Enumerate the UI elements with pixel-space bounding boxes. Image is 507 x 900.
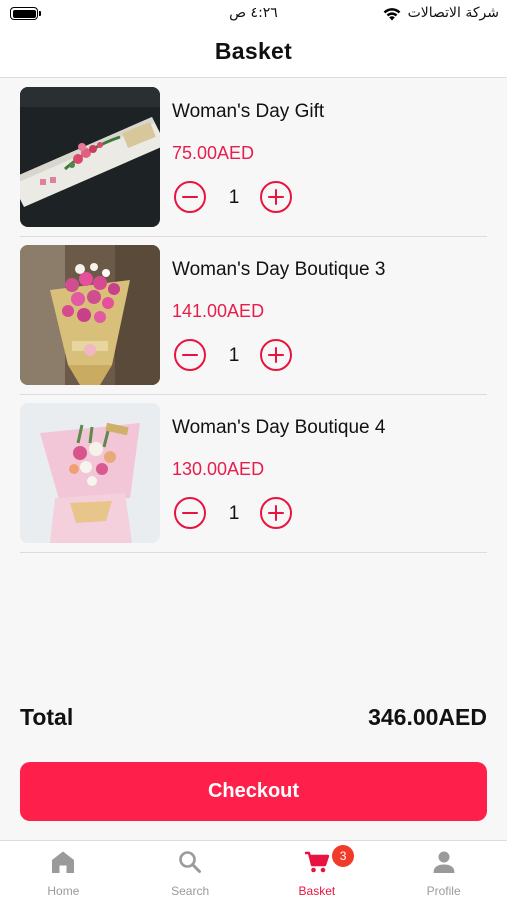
- page-title: Basket: [214, 38, 293, 64]
- total-value: 346.00AED: [368, 704, 487, 730]
- cart-count-badge: 3: [332, 845, 355, 867]
- increase-quantity-button[interactable]: [260, 339, 292, 371]
- decrease-quantity-button[interactable]: [174, 339, 206, 371]
- product-price: 130.00AED: [172, 459, 265, 479]
- quantity-stepper: 1: [172, 179, 297, 215]
- home-icon: [52, 851, 75, 873]
- basket-item: Woman's Day Gift 75.00AED 1: [20, 87, 487, 237]
- basket-list: Woman's Day Gift 75.00AED 1 Woman's Day …: [20, 87, 487, 561]
- product-image[interactable]: [20, 87, 160, 227]
- product-image[interactable]: [20, 245, 160, 385]
- tab-profile[interactable]: Profile: [380, 841, 507, 900]
- decrease-quantity-button[interactable]: [174, 497, 206, 529]
- tab-label: Home: [47, 884, 80, 898]
- tab-label: Profile: [426, 884, 461, 898]
- quantity-stepper: 1: [172, 337, 297, 373]
- tab-home[interactable]: Home: [0, 841, 127, 900]
- total-label: Total: [20, 704, 74, 730]
- profile-icon: [433, 851, 455, 873]
- status-right: شركة الاتصالات: [382, 5, 499, 21]
- quantity-value: 1: [228, 187, 240, 208]
- tab-search[interactable]: Search: [127, 841, 254, 900]
- basket-item: Woman's Day Boutique 3 141.00AED 1: [20, 245, 487, 395]
- carrier-name: شركة الاتصالات: [407, 5, 499, 21]
- product-name: Woman's Day Boutique 3: [172, 259, 386, 280]
- search-icon: [179, 851, 202, 873]
- quantity-stepper: 1: [172, 495, 297, 531]
- status-bar: ٤:٢٦ ص شركة الاتصالات: [0, 0, 507, 28]
- total-row: Total 346.00AED: [20, 704, 487, 734]
- wifi-icon: [383, 7, 400, 20]
- quantity-value: 1: [228, 345, 240, 366]
- tab-basket[interactable]: 3 Basket: [254, 841, 381, 900]
- increase-quantity-button[interactable]: [260, 181, 292, 213]
- tab-label: Search: [171, 884, 210, 898]
- basket-item: Woman's Day Boutique 4 130.00AED 1: [20, 403, 487, 553]
- cart-icon: [304, 851, 330, 873]
- header: Basket: [0, 28, 507, 78]
- product-price: 141.00AED: [172, 301, 265, 321]
- quantity-value: 1: [228, 503, 240, 524]
- tab-label: Basket: [298, 884, 336, 898]
- product-name: Woman's Day Gift: [172, 101, 325, 122]
- product-name: Woman's Day Boutique 4: [172, 417, 386, 438]
- product-price: 75.00AED: [172, 143, 255, 163]
- increase-quantity-button[interactable]: [260, 497, 292, 529]
- checkout-button[interactable]: Checkout: [20, 762, 487, 821]
- tab-bar: Home Search 3 Basket Profile: [0, 840, 507, 900]
- product-image[interactable]: [20, 403, 160, 543]
- decrease-quantity-button[interactable]: [174, 181, 206, 213]
